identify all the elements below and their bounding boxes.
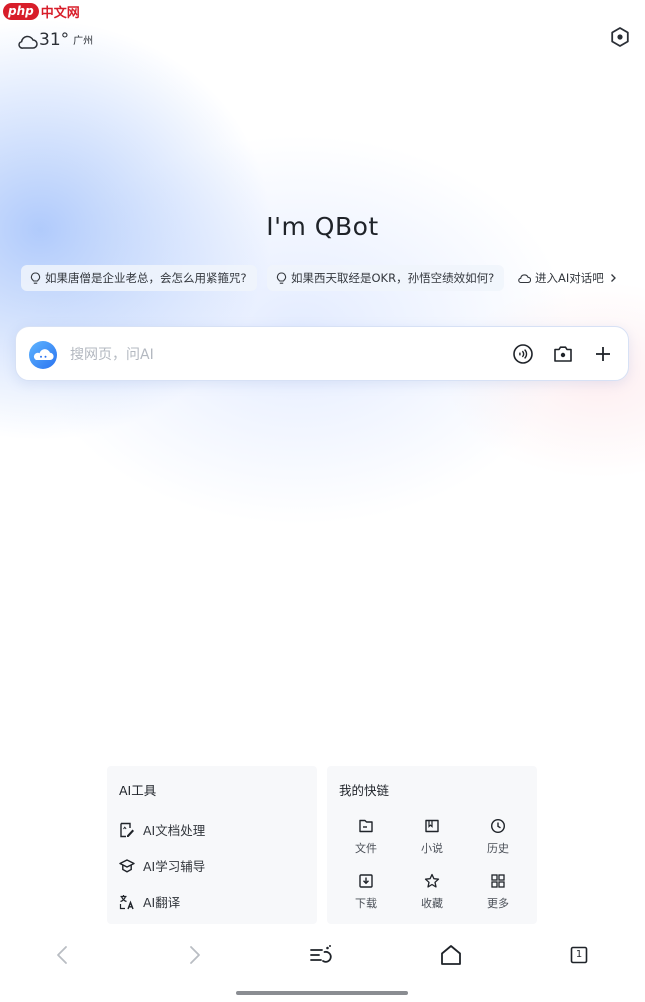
enter-ai-chat-link[interactable]: 进入AI对话吧 <box>509 265 628 291</box>
cloud-icon <box>18 35 38 49</box>
download-icon <box>359 874 373 888</box>
tab-count: 1 <box>575 949 583 960</box>
suggestion-list: 如果唐僧是企业老总，会怎么用紧箍咒? 如果西天取经是OKR，孙悟空绩效如何? 进… <box>0 265 645 291</box>
hexagon-settings-icon[interactable] <box>609 26 631 48</box>
shortcut-label: 更多 <box>487 897 509 910</box>
plus-icon[interactable] <box>592 343 614 365</box>
shortcut-more[interactable]: 更多 <box>468 873 528 911</box>
shortcuts-card: 我的快链 文件 小说 历史 下载 收藏 更多 <box>327 766 537 924</box>
grid-icon <box>491 874 505 888</box>
site-watermark: php 中文网 <box>0 0 80 22</box>
lightbulb-icon <box>276 271 287 284</box>
shortcut-files[interactable]: 文件 <box>336 818 396 856</box>
ai-tools-title: AI工具 <box>119 783 157 798</box>
search-input[interactable] <box>68 341 452 369</box>
weather-widget[interactable]: 31° 广州 <box>18 30 93 50</box>
translate-icon <box>119 894 134 909</box>
star-icon <box>424 873 440 888</box>
suggestion-text: 进入AI对话吧 <box>535 271 604 285</box>
shortcut-novels[interactable]: 小说 <box>402 818 462 856</box>
cloud-chat-icon <box>518 273 531 283</box>
clock-icon <box>490 818 506 834</box>
shortcut-label: 下载 <box>355 897 377 910</box>
shortcut-favorites[interactable]: 收藏 <box>402 873 462 911</box>
folder-icon <box>359 819 373 833</box>
watermark-text: 中文网 <box>40 5 80 21</box>
ai-tools-card: AI工具 AI文档处理 AI学习辅导 AI翻译 <box>107 766 317 924</box>
page-title: I'm QBot <box>266 212 379 241</box>
doc-edit-icon <box>120 822 134 837</box>
graduation-cap-icon <box>119 858 135 873</box>
bottom-navigation: 1 <box>0 930 645 978</box>
suggestion-chip[interactable]: 如果唐僧是企业老总，会怎么用紧箍咒? <box>21 265 257 291</box>
shortcut-downloads[interactable]: 下载 <box>336 873 396 911</box>
search-box[interactable] <box>15 326 629 381</box>
ai-tool-label: AI文档处理 <box>143 823 206 838</box>
ai-tool-item[interactable]: AI文档处理 <box>119 820 205 839</box>
tabs-button[interactable]: 1 <box>566 942 592 968</box>
home-icon[interactable] <box>438 942 464 968</box>
voice-icon[interactable] <box>512 343 534 365</box>
ai-tool-label: AI学习辅导 <box>143 859 206 874</box>
lightbulb-icon <box>30 271 41 284</box>
shortcut-label: 小说 <box>421 842 443 855</box>
book-icon <box>425 819 439 833</box>
back-icon[interactable] <box>50 942 76 968</box>
suggestion-text: 如果唐僧是企业老总，会怎么用紧箍咒? <box>45 271 247 285</box>
shortcut-history[interactable]: 历史 <box>468 818 528 856</box>
watermark-badge: php <box>3 2 39 20</box>
shortcut-label: 文件 <box>355 842 377 855</box>
ai-tool-item[interactable]: AI学习辅导 <box>119 856 205 875</box>
shortcut-label: 收藏 <box>421 897 443 910</box>
ai-tool-item[interactable]: AI翻译 <box>119 892 180 911</box>
shortcut-label: 历史 <box>487 842 509 855</box>
qbot-logo-icon <box>29 341 57 369</box>
shortcuts-title: 我的快链 <box>339 783 390 798</box>
home-indicator[interactable] <box>236 991 408 995</box>
chevron-right-icon <box>610 274 616 282</box>
camera-icon[interactable] <box>552 343 574 365</box>
feed-icon[interactable] <box>308 942 334 968</box>
forward-icon[interactable] <box>181 942 207 968</box>
weather-temperature: 31° <box>39 30 70 50</box>
weather-city: 广州 <box>73 36 94 47</box>
suggestion-chip[interactable]: 如果西天取经是OKR，孙悟空绩效如何? <box>267 265 505 291</box>
suggestion-text: 如果西天取经是OKR，孙悟空绩效如何? <box>291 271 495 285</box>
ai-tool-label: AI翻译 <box>143 895 181 910</box>
